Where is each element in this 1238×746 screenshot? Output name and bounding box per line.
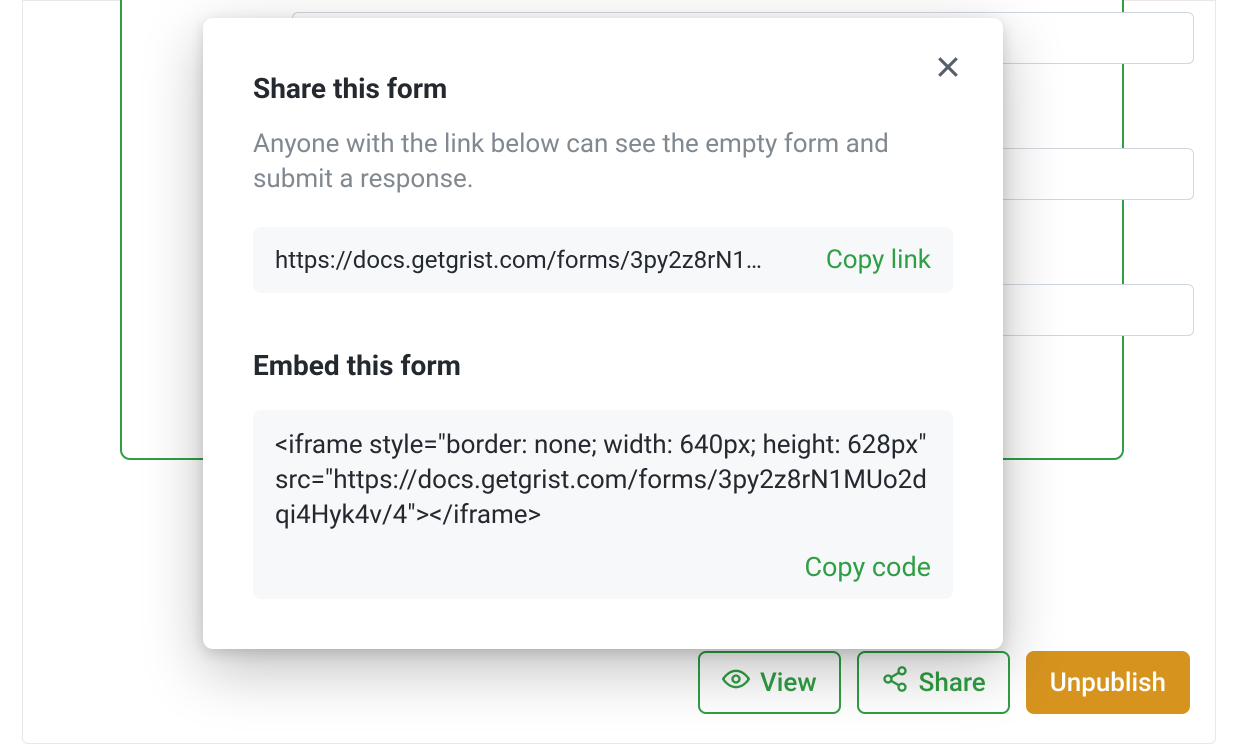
share-form-modal: Share this form Anyone with the link bel… <box>203 18 1003 649</box>
form-action-bar: View Share Unpublish <box>698 651 1190 714</box>
eye-icon <box>722 665 750 700</box>
copy-code-button[interactable]: Copy code <box>804 551 931 583</box>
share-url-box: https://docs.getgrist.com/forms/3py2z8rN… <box>253 227 953 293</box>
unpublish-button[interactable]: Unpublish <box>1026 651 1190 714</box>
copy-link-button[interactable]: Copy link <box>826 245 931 275</box>
embed-code-box: <iframe style="border: none; width: 640p… <box>253 410 953 599</box>
share-button[interactable]: Share <box>857 651 1010 714</box>
close-icon <box>933 67 963 86</box>
share-title: Share this form <box>253 72 953 105</box>
embed-code-text[interactable]: <iframe style="border: none; width: 640p… <box>275 428 931 533</box>
close-button[interactable] <box>933 52 969 88</box>
embed-title: Embed this form <box>253 349 953 382</box>
view-button[interactable]: View <box>698 651 841 714</box>
share-description: Anyone with the link below can see the e… <box>253 127 953 197</box>
unpublish-button-label: Unpublish <box>1050 668 1166 698</box>
share-url-text[interactable]: https://docs.getgrist.com/forms/3py2z8rN… <box>275 246 810 274</box>
share-button-label: Share <box>919 668 986 698</box>
share-icon <box>881 665 909 700</box>
view-button-label: View <box>760 668 817 698</box>
